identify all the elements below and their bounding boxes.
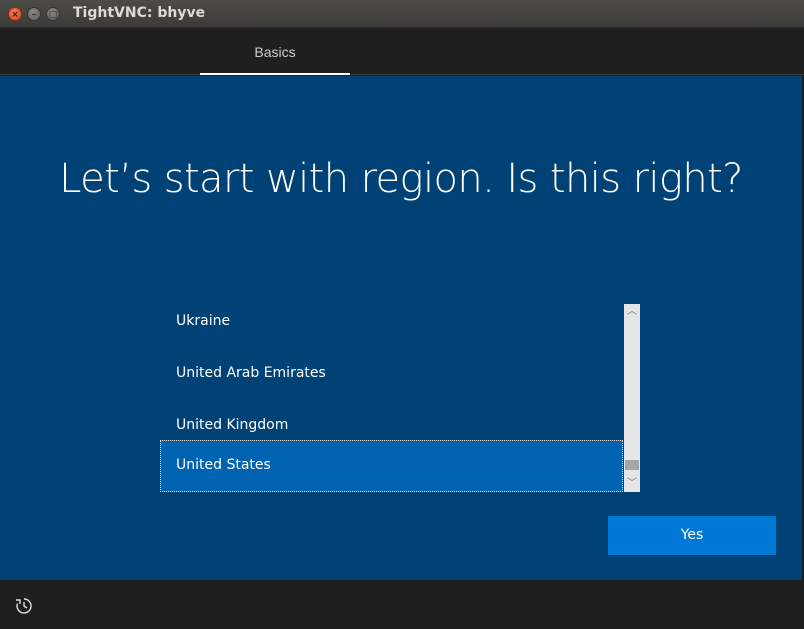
list-item-label: United Kingdom (176, 417, 289, 433)
scroll-up-icon[interactable]: ︿ (624, 305, 640, 319)
region-item-united-arab-emirates[interactable]: United Arab Emirates (160, 348, 623, 400)
tab-basics[interactable]: Basics (200, 29, 350, 75)
region-item-ukraine[interactable]: Ukraine (160, 304, 623, 348)
tab-basics-label: Basics (254, 44, 296, 60)
setup-panel: Let’s start with region. Is this right? … (0, 76, 802, 580)
ease-of-access-icon[interactable] (15, 597, 33, 615)
bottom-bar (0, 580, 804, 629)
tab-bar: Basics (0, 29, 804, 75)
window-close-button[interactable]: × (8, 7, 22, 21)
list-scrollbar[interactable]: ︿ ﹀ (624, 304, 640, 492)
region-item-united-states[interactable]: United States (160, 440, 623, 492)
window-minimize-button[interactable]: – (27, 7, 41, 21)
tab-active-indicator (200, 73, 350, 75)
list-item-label: United States (176, 457, 271, 473)
list-item-label: United Arab Emirates (176, 365, 326, 381)
page-title: Let’s start with region. Is this right? (59, 156, 743, 202)
window-titlebar: × – □ TightVNC: bhyve (0, 0, 804, 28)
scroll-thumb[interactable] (625, 460, 639, 470)
yes-button[interactable]: Yes (608, 516, 776, 555)
list-item-label: Ukraine (176, 313, 231, 329)
window-maximize-button[interactable]: □ (46, 7, 60, 21)
scroll-down-icon[interactable]: ﹀ (624, 477, 640, 491)
window-title: TightVNC: bhyve (73, 5, 206, 21)
region-listbox[interactable]: Ukraine United Arab Emirates United King… (160, 304, 640, 492)
